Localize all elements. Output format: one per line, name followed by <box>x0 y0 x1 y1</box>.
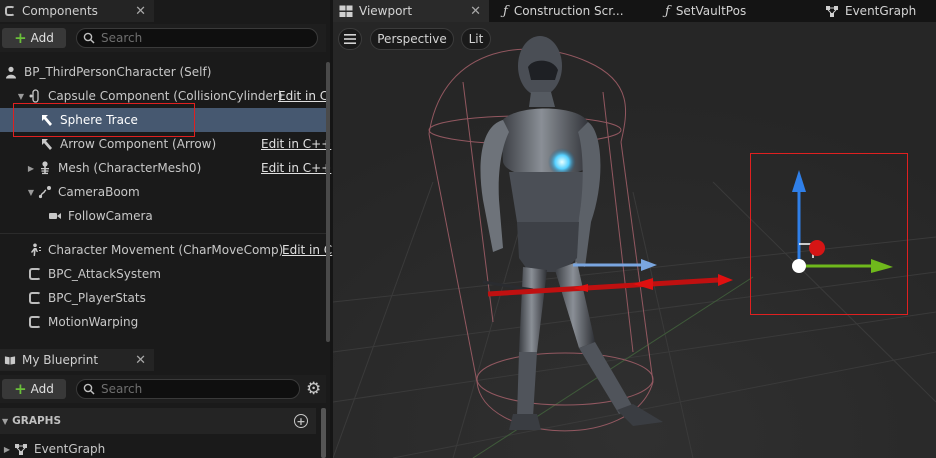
person-icon <box>4 65 18 79</box>
viewport-menu-button[interactable] <box>338 28 362 50</box>
plus-icon: + <box>14 379 27 398</box>
highlight-box-gizmo <box>750 153 908 315</box>
tab-label: SetVaultPos <box>675 4 747 18</box>
components-search-placeholder: Search <box>101 31 143 45</box>
tab-construction-script[interactable]: ƒ Construction Scr... <box>503 0 624 22</box>
blueprint-toolbar: + Add Search ⚙ <box>0 375 326 403</box>
tree-row-label: BPC_AttackSystem <box>48 267 161 281</box>
capsule-collision-icon <box>28 89 42 103</box>
tab-label: EventGraph <box>845 4 917 18</box>
plus-icon: + <box>14 28 27 47</box>
tab-eventgraph[interactable]: EventGraph <box>825 0 916 22</box>
my-blueprint-tab-title: My Blueprint <box>22 353 99 367</box>
edit-in-cpp-link[interactable]: Edit in C <box>282 243 332 257</box>
add-component-label: Add <box>30 31 54 45</box>
add-blueprint-label: Add <box>30 382 54 396</box>
tree-row-label: CameraBoom <box>58 185 140 199</box>
book-icon <box>4 354 16 366</box>
tree-row-attacksystem[interactable]: BPC_AttackSystem <box>0 262 326 286</box>
blueprint-search-input[interactable]: Search <box>76 379 300 399</box>
hamburger-menu-icon <box>344 34 356 44</box>
function-icon: ƒ <box>503 3 508 19</box>
close-icon[interactable]: ✕ <box>135 4 146 19</box>
tree-row-label: Capsule Component (CollisionCylinder) <box>48 89 283 103</box>
edit-in-cpp-link[interactable]: Edit in C <box>278 89 328 103</box>
perspective-button[interactable]: Perspective <box>370 28 454 50</box>
tree-row-label: Arrow Component (Arrow) <box>60 137 217 151</box>
highlight-box-sphere-trace <box>13 103 195 137</box>
editor-tab-bar: Viewport ✕ ƒ Construction Scr... ƒ SetVa… <box>333 0 936 22</box>
tree-row-label: FollowCamera <box>68 209 153 223</box>
chevron-right-icon[interactable]: ▶ <box>26 164 36 173</box>
chevron-down-icon[interactable]: ▼ <box>16 92 26 101</box>
settings-gear-icon[interactable]: ⚙ <box>306 380 321 398</box>
viewport-panel[interactable]: Viewport ✕ ƒ Construction Scr... ƒ SetVa… <box>333 0 936 458</box>
tree-row-self[interactable]: BP_ThirdPersonCharacter (Self) <box>0 60 326 84</box>
tree-row-followcamera[interactable]: FollowCamera <box>0 204 326 228</box>
chevron-down-icon[interactable]: ▼ <box>26 188 36 197</box>
tab-label: Construction Scr... <box>513 4 624 18</box>
tab-label: Viewport <box>359 4 413 18</box>
components-tab-title: Components <box>22 4 98 18</box>
tree-row-label: BPC_PlayerStats <box>48 291 146 305</box>
components-icon <box>4 5 16 17</box>
graphs-section-header[interactable]: ▼ GRAPHS + <box>0 408 316 434</box>
tree-row-label: BP_ThirdPersonCharacter (Self) <box>24 65 212 79</box>
chevron-down-icon[interactable]: ▼ <box>2 417 8 426</box>
close-icon[interactable]: ✕ <box>470 4 481 19</box>
tree-row-label: MotionWarping <box>48 315 139 329</box>
viewport-grid-icon <box>339 5 353 17</box>
arrow-component-icon <box>40 137 54 151</box>
tab-setvaultpos[interactable]: ƒ SetVaultPos <box>665 0 746 22</box>
graph-nodes-icon <box>14 442 28 456</box>
search-icon <box>83 32 95 44</box>
components-scrollbar[interactable] <box>326 62 330 342</box>
close-icon[interactable]: ✕ <box>135 353 146 368</box>
components-tab[interactable]: Components ✕ <box>0 0 154 22</box>
tab-viewport[interactable]: Viewport ✕ <box>333 0 489 22</box>
edit-in-cpp-link[interactable]: Edit in C++ <box>261 161 331 175</box>
function-icon: ƒ <box>665 3 670 19</box>
left-panel: Components ✕ + Add Search BP_ThirdPerson… <box>0 0 332 458</box>
tree-row-cameraboom[interactable]: ▼ CameraBoom <box>0 180 326 204</box>
tree-row-label: Character Movement (CharMoveComp) <box>48 243 284 257</box>
tree-row-label: Mesh (CharacterMesh0) <box>58 161 202 175</box>
tree-divider <box>0 233 326 234</box>
skeleton-icon <box>38 161 52 175</box>
actor-component-icon <box>28 291 42 305</box>
blueprint-scrollbar[interactable] <box>321 408 326 458</box>
character-movement-icon <box>28 243 42 257</box>
lit-mode-button[interactable]: Lit <box>461 28 491 50</box>
blueprint-search-placeholder: Search <box>101 382 143 396</box>
tree-row-charmovement[interactable]: Character Movement (CharMoveComp) Edit i… <box>0 238 332 262</box>
components-search-input[interactable]: Search <box>76 28 318 48</box>
components-toolbar: + Add Search <box>0 24 326 52</box>
add-blueprint-item-button[interactable]: + Add <box>2 379 66 399</box>
edit-in-cpp-link[interactable]: Edit in C++ <box>261 137 331 151</box>
graph-item-label: EventGraph <box>34 442 106 456</box>
add-component-button[interactable]: + Add <box>2 28 66 48</box>
tree-row-mesh[interactable]: ▶ Mesh (CharacterMesh0) Edit in C++ <box>0 156 331 180</box>
chevron-right-icon[interactable]: ▶ <box>2 445 12 454</box>
graph-item-eventgraph[interactable]: ▶ EventGraph <box>0 437 316 458</box>
add-graph-icon[interactable]: + <box>294 414 308 428</box>
my-blueprint-tab[interactable]: My Blueprint ✕ <box>0 349 154 371</box>
actor-component-icon <box>28 315 42 329</box>
actor-component-icon <box>28 267 42 281</box>
spring-arm-icon <box>38 185 52 199</box>
tree-row-motionwarping[interactable]: MotionWarping <box>0 310 326 334</box>
graphs-header-label: GRAPHS <box>12 415 62 427</box>
graph-nodes-icon <box>826 5 838 17</box>
tree-row-playerstats[interactable]: BPC_PlayerStats <box>0 286 326 310</box>
camera-icon <box>48 209 62 223</box>
search-icon <box>83 383 95 395</box>
